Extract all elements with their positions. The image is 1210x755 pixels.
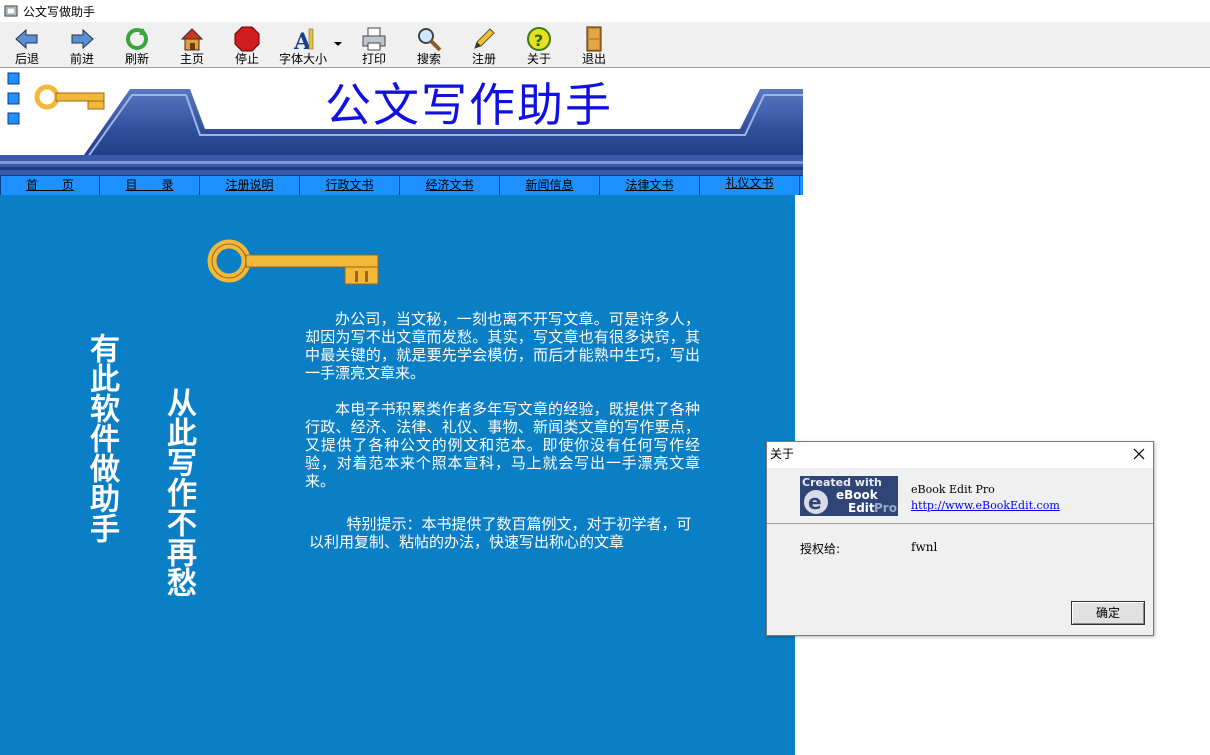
main-pane: 有此软件做助手 从此写作不再愁 办公司，当文秘，一刻也离不开写文章。可是许多人，… bbox=[0, 195, 795, 755]
print-label: 打印 bbox=[361, 52, 386, 66]
home-icon bbox=[180, 28, 204, 51]
window-title: 公文写做助手 bbox=[23, 4, 96, 19]
book-icon bbox=[4, 5, 18, 17]
header-banner: 公文写作助手 bbox=[0, 69, 803, 175]
intro-paragraph-2: 本电子书积累类作者多年写文章的经验，既提供了各种行政、经济、法律、礼仪、事物、新… bbox=[305, 400, 700, 490]
font-size-button[interactable]: A 字体大小 bbox=[277, 22, 329, 68]
about-button[interactable]: ? 关于 bbox=[514, 22, 564, 68]
nav-item-etiquette-docs[interactable]: 礼仪文书 bbox=[700, 176, 800, 195]
font-size-icon: A bbox=[293, 28, 314, 53]
font-size-label: 字体大小 bbox=[278, 52, 327, 66]
about-label: 关于 bbox=[526, 52, 551, 66]
website-link[interactable]: http://www.eBookEdit.com bbox=[911, 499, 1060, 512]
forward-arrow-icon bbox=[71, 28, 94, 50]
forward-button[interactable]: 前进 bbox=[57, 22, 107, 68]
about-dialog: 关于 e Created with eBook Edit Pro eBook E… bbox=[766, 441, 1154, 636]
search-button[interactable]: 搜索 bbox=[404, 22, 454, 68]
ok-button[interactable]: 确定 bbox=[1071, 601, 1145, 625]
help-question-icon: ? bbox=[527, 27, 551, 51]
slogan-left: 有此软件做助手 bbox=[84, 333, 119, 543]
toolbar: 后退 前进 刷新 主页 停止 A 字体大小 打印 搜索 注册 ? 关于 退出 bbox=[0, 22, 1210, 68]
search-icon bbox=[418, 28, 442, 52]
logo-line3: Edit bbox=[848, 501, 875, 515]
nav-item-register-info[interactable]: 注册说明 bbox=[200, 176, 300, 195]
nav-item-admin-docs[interactable]: 行政文书 bbox=[300, 176, 400, 195]
refresh-icon bbox=[126, 28, 148, 50]
register-label: 注册 bbox=[471, 52, 496, 66]
logo-line2: eBook bbox=[836, 488, 878, 502]
nav-item-home[interactable]: 首 页 bbox=[0, 176, 100, 195]
banner-title: 公文写作助手 bbox=[325, 78, 613, 132]
logo-line4: Pro bbox=[874, 501, 897, 515]
back-button[interactable]: 后退 bbox=[2, 22, 52, 68]
tip-paragraph: 特别提示：本书提供了数百篇例文，对于初学者，可以利用复制、粘帖的办法，快速写出称… bbox=[309, 515, 692, 551]
exit-button[interactable]: 退出 bbox=[569, 22, 619, 68]
pencil-icon bbox=[474, 28, 495, 49]
home-button[interactable]: 主页 bbox=[167, 22, 217, 68]
svg-text:?: ? bbox=[534, 31, 543, 50]
refresh-label: 刷新 bbox=[124, 52, 149, 66]
close-icon[interactable] bbox=[1131, 446, 1147, 462]
stop-label: 停止 bbox=[234, 52, 259, 66]
svg-text:e: e bbox=[808, 490, 822, 514]
nav-item-legal-docs[interactable]: 法律文书 bbox=[600, 176, 700, 195]
golden-key-icon bbox=[207, 239, 379, 285]
ebook-edit-logo: e Created with eBook Edit Pro bbox=[800, 476, 898, 516]
nav-item-news[interactable]: 新闻信息 bbox=[500, 176, 600, 195]
forward-label: 前进 bbox=[69, 52, 94, 66]
license-value: fwnl bbox=[911, 540, 938, 554]
window-titlebar: 公文写做助手 bbox=[0, 0, 1210, 22]
content-area: 公文写作助手 首 页 目 录 注册说明 行政文书 经济文书 新闻信息 法律文书 … bbox=[0, 69, 1210, 755]
search-label: 搜索 bbox=[416, 52, 441, 66]
exit-door-icon bbox=[586, 26, 602, 52]
nav-item-economic-docs[interactable]: 经济文书 bbox=[400, 176, 500, 195]
back-label: 后退 bbox=[14, 52, 39, 66]
dialog-title: 关于 bbox=[770, 447, 795, 461]
refresh-button[interactable]: 刷新 bbox=[112, 22, 162, 68]
dialog-divider bbox=[767, 523, 1153, 524]
back-arrow-icon bbox=[15, 28, 38, 50]
nav-bar: 首 页 目 录 注册说明 行政文书 经济文书 新闻信息 法律文书 礼仪文书 bbox=[0, 175, 803, 195]
intro-paragraph-1: 办公司，当文秘，一刻也离不开写文章。可是许多人，却因为写不出文章而发愁。其实，写… bbox=[305, 310, 700, 382]
print-button[interactable]: 打印 bbox=[349, 22, 399, 68]
slogan-right: 从此写作不再愁 bbox=[161, 387, 196, 597]
key-icon bbox=[34, 84, 105, 110]
stop-icon bbox=[234, 26, 260, 52]
printer-icon bbox=[362, 27, 386, 51]
exit-label: 退出 bbox=[581, 52, 606, 66]
home-label: 主页 bbox=[179, 52, 204, 66]
dialog-titlebar: 关于 bbox=[767, 442, 1153, 468]
license-label: 授权给: bbox=[800, 542, 841, 556]
chevron-down-icon[interactable] bbox=[333, 40, 343, 48]
product-name: eBook Edit Pro bbox=[911, 483, 995, 496]
nav-item-toc[interactable]: 目 录 bbox=[100, 176, 200, 195]
stop-button[interactable]: 停止 bbox=[222, 22, 272, 68]
register-button[interactable]: 注册 bbox=[459, 22, 509, 68]
